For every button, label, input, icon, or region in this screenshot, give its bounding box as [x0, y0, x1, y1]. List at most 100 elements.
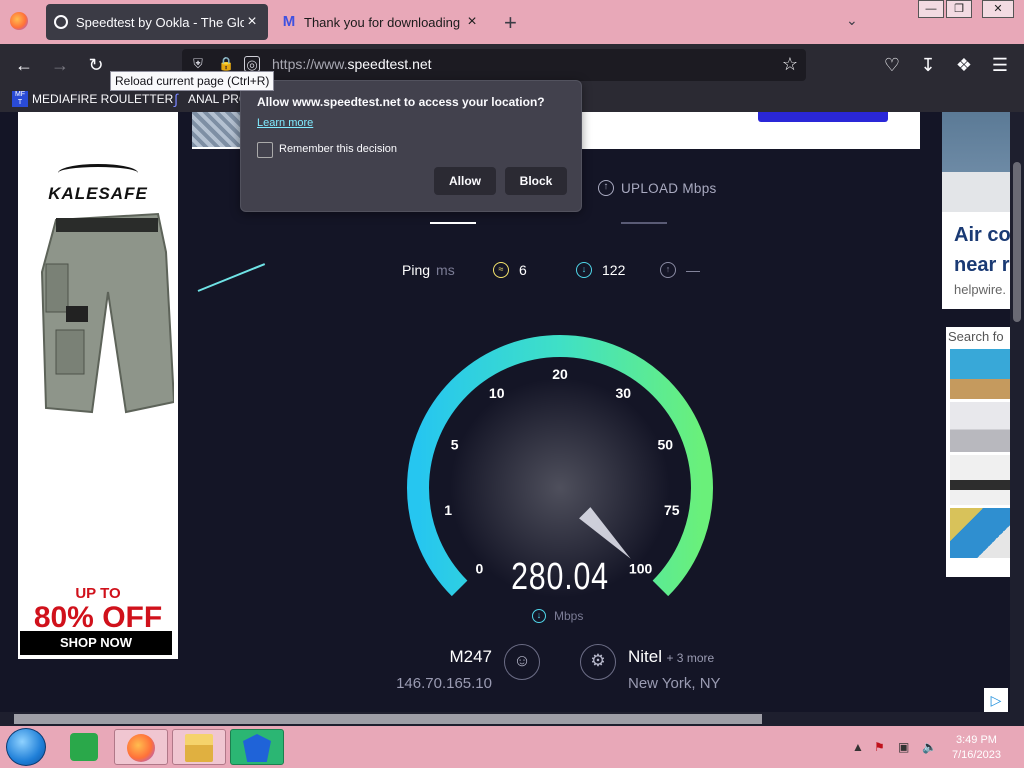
- notes-icon: [70, 733, 98, 761]
- location-permission-icon[interactable]: ◎: [244, 56, 260, 72]
- server-info[interactable]: Nitel + 3 more New York, NY: [628, 647, 721, 692]
- user-icon: ☺: [504, 644, 540, 680]
- downloads-icon[interactable]: ↧: [916, 53, 940, 77]
- bookmark-star-icon[interactable]: ☆: [782, 54, 798, 75]
- tab-speedtest[interactable]: Speedtest by Ookla - The Global Broadban…: [46, 4, 268, 40]
- horizontal-scrollbar[interactable]: [0, 712, 1024, 726]
- block-button[interactable]: Block: [505, 167, 567, 195]
- isp-name: M247: [449, 647, 492, 666]
- network-icon[interactable]: ▣: [898, 740, 909, 754]
- shield-icon[interactable]: ⛨: [190, 56, 206, 72]
- lock-icon[interactable]: 🔒: [218, 56, 234, 72]
- upload-underline: [621, 222, 667, 224]
- volume-icon[interactable]: 🔈: [922, 740, 937, 754]
- folder-icon: [185, 734, 213, 762]
- show-hidden-icons[interactable]: ▲: [852, 740, 864, 754]
- ping-idle: ≈ 6: [493, 262, 527, 278]
- bookmark-mediafire[interactable]: MF T MEDIAFIRE ROULETTER: [12, 91, 173, 107]
- taskbar-notes-app[interactable]: [58, 729, 112, 765]
- location-permission-popup: Allow www.speedtest.net to access your l…: [240, 80, 582, 212]
- tab-strip: Speedtest by Ookla - The Global Broadban…: [0, 0, 1024, 44]
- back-icon[interactable]: ←: [12, 53, 36, 77]
- hamburger-menu-icon[interactable]: ☰: [988, 53, 1012, 77]
- horizontal-scroll-thumb[interactable]: [14, 714, 762, 724]
- adchoices-icon[interactable]: ▷: [984, 688, 1008, 712]
- action-center-icon[interactable]: ⚑: [874, 740, 885, 754]
- learn-more-link[interactable]: Learn more: [257, 117, 313, 129]
- close-tab-icon[interactable]: ×: [244, 13, 260, 31]
- vertical-scroll-thumb[interactable]: [1013, 162, 1021, 322]
- ad-promo: UP TO 80% OFF: [33, 585, 163, 634]
- extensions-icon[interactable]: ❖: [952, 53, 976, 77]
- banner-button[interactable]: [758, 112, 888, 122]
- taskbar: ▲ ⚑ ▣ 🔈 3:49 PM 7/16/2023: [0, 726, 1024, 768]
- ad-domain: helpwire.: [954, 282, 1007, 297]
- speedtest-favicon-icon: [54, 15, 68, 29]
- malwarebytes-favicon-icon: M: [282, 13, 296, 30]
- close-tab-icon[interactable]: ×: [464, 13, 480, 31]
- url-text[interactable]: https://www.speedtest.net: [272, 56, 432, 72]
- permission-question: Allow www.speedtest.net to access your l…: [257, 95, 545, 109]
- tab-malwarebytes[interactable]: M Thank you for downloading Malwarebytes…: [274, 4, 488, 40]
- forward-icon[interactable]: →: [48, 53, 72, 77]
- taskbar-file-explorer[interactable]: [172, 729, 226, 765]
- close-window-icon[interactable]: ✕: [982, 0, 1014, 18]
- download-arrow-icon: ↓: [532, 609, 546, 623]
- ping-upload: ↑ —: [660, 262, 700, 278]
- ping-label: Ping ms: [402, 262, 455, 278]
- speed-unit: ↓ Mbps: [532, 609, 583, 623]
- tab-label: Speedtest by Ookla - The Global Broadban…: [76, 14, 244, 30]
- ad-search-text: Search fo: [948, 329, 1004, 344]
- firefox-menu-icon[interactable]: [10, 12, 28, 30]
- tab-label: Thank you for downloading Malwarebytes: [304, 14, 464, 30]
- speed-value: 280.04: [511, 556, 609, 598]
- router-image[interactable]: [950, 402, 1010, 452]
- gauge-tick-label: 75: [664, 502, 680, 518]
- bookmark-anal-pro[interactable]: ∫ ANAL PRO: [168, 91, 248, 107]
- upload-arrow-icon: ↑: [598, 180, 614, 196]
- download-underline: [430, 222, 476, 224]
- gauge-tick-label: 30: [616, 385, 632, 401]
- server-more-link[interactable]: + 3 more: [666, 651, 714, 665]
- restore-icon[interactable]: ❐: [946, 0, 972, 18]
- taskbar-malwarebytes[interactable]: [230, 729, 284, 765]
- router-image[interactable]: [950, 455, 1010, 505]
- clock-time: 3:49 PM: [955, 734, 997, 746]
- server-name[interactable]: Nitel: [628, 647, 662, 666]
- reload-tooltip: Reload current page (Ctrl+R): [110, 71, 275, 91]
- idle-latency-icon: ≈: [493, 262, 509, 278]
- gauge-tick-label: 5: [451, 436, 459, 452]
- router-advertisement[interactable]: Search fo: [946, 327, 1010, 577]
- remember-checkbox[interactable]: [257, 142, 273, 158]
- router-image[interactable]: [950, 349, 1010, 399]
- right-advertisement[interactable]: Air co near r helpwire.: [942, 112, 1010, 309]
- gauge-tick-label: 10: [489, 385, 505, 401]
- minimize-icon[interactable]: —: [918, 0, 944, 18]
- allow-button[interactable]: Allow: [434, 167, 496, 195]
- reload-icon[interactable]: ↻: [84, 53, 108, 77]
- shop-now-button[interactable]: SHOP NOW: [20, 631, 172, 655]
- clock[interactable]: 3:49 PM 7/16/2023: [952, 733, 1001, 763]
- globe-icon[interactable]: ⚙: [580, 644, 616, 680]
- start-button[interactable]: [6, 728, 46, 766]
- new-tab-icon[interactable]: +: [504, 10, 517, 36]
- address-bar[interactable]: ⛨ 🔒 ◎ https://www.speedtest.net ☆: [182, 49, 806, 81]
- remember-label[interactable]: Remember this decision: [279, 143, 397, 155]
- list-all-tabs-icon[interactable]: ⌄: [846, 12, 858, 29]
- speed-trace-line: [197, 263, 266, 292]
- isp-ip: 146.70.165.10: [396, 675, 492, 692]
- ad-headline: Air co near r: [954, 224, 1010, 276]
- cargo-shorts-image: [40, 212, 174, 414]
- taskbar-firefox[interactable]: [114, 729, 168, 765]
- vertical-scrollbar[interactable]: [1010, 112, 1024, 712]
- pocket-icon[interactable]: ♡: [880, 53, 904, 77]
- router-image[interactable]: [950, 508, 1010, 558]
- ad-brand: KALESAFE: [48, 184, 148, 203]
- upload-header: ↑ UPLOAD Mbps: [598, 180, 717, 196]
- gauge-tick-label: 20: [552, 366, 568, 382]
- banner-thumbnail: [192, 112, 244, 147]
- server-location: New York, NY: [628, 675, 721, 692]
- gauge-tick-label: 0: [476, 561, 484, 577]
- left-advertisement[interactable]: KALESAFE UP TO 80% OFF SHOP NOW: [18, 112, 178, 659]
- mediafire-icon: MF T: [12, 91, 28, 107]
